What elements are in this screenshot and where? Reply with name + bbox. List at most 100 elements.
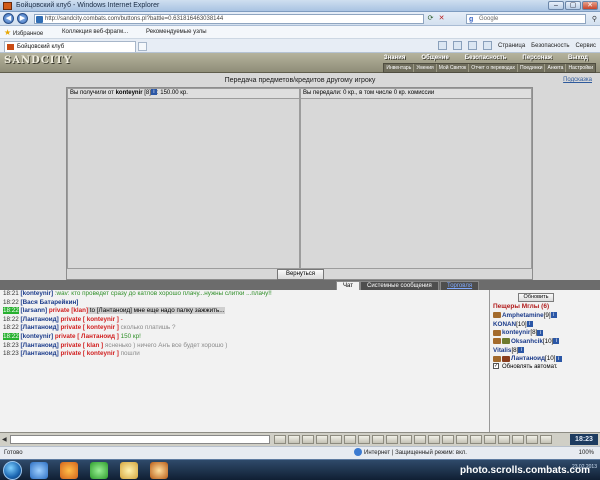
- sub-battles[interactable]: Поединки: [516, 64, 545, 72]
- print-icon[interactable]: [482, 41, 492, 50]
- translit-icon[interactable]: [316, 435, 328, 444]
- refresh-button[interactable]: Обновить: [518, 293, 554, 302]
- map-icon[interactable]: [428, 435, 440, 444]
- refresh-icon[interactable]: ⟳: [426, 14, 435, 24]
- auto-refresh-toggle[interactable]: ✓ Обновлять автомат.: [493, 363, 558, 371]
- ignore-icon[interactable]: [442, 435, 454, 444]
- chat-nick[interactable]: [konteynir]: [21, 290, 54, 297]
- received-user[interactable]: konteynir: [116, 90, 143, 96]
- menu-safety[interactable]: Безопасность: [531, 41, 569, 51]
- search-input[interactable]: g Google ⚲: [466, 14, 597, 24]
- chat-nick[interactable]: [Вася Батарейкин]: [21, 299, 79, 306]
- back-button[interactable]: Вернуться: [277, 269, 324, 280]
- info-icon[interactable]: i: [550, 312, 557, 319]
- auto-refresh-checkbox[interactable]: ✓: [493, 363, 499, 370]
- sub-inventory[interactable]: Инвентарь: [384, 64, 413, 72]
- sub-transfers[interactable]: Отчет о переводах: [468, 64, 517, 72]
- close-icon[interactable]: ✕: [582, 1, 598, 10]
- menu-character[interactable]: Персонаж: [514, 54, 560, 62]
- color-icon[interactable]: [372, 435, 384, 444]
- info-icon[interactable]: i: [537, 329, 544, 336]
- sub-skills[interactable]: Умения: [413, 64, 435, 72]
- stop-icon[interactable]: ✕: [437, 14, 446, 24]
- align-icon: [502, 355, 510, 362]
- fav-item-webslices[interactable]: Коллекция веб-фрагм...: [62, 28, 128, 37]
- bag-icon[interactable]: [498, 435, 510, 444]
- send-icon[interactable]: [274, 435, 286, 444]
- menu-exit[interactable]: Выход: [560, 54, 596, 62]
- clan-icon: [493, 338, 501, 345]
- chat-nick[interactable]: [Лантаноид]: [21, 316, 59, 323]
- ie-taskbar-icon[interactable]: [30, 462, 48, 479]
- info-icon[interactable]: i: [555, 355, 562, 362]
- tab-trade[interactable]: Торговля: [440, 281, 480, 290]
- shop-icon[interactable]: [512, 435, 524, 444]
- menu-chat[interactable]: Общение: [413, 54, 456, 62]
- mail-icon[interactable]: [467, 41, 477, 50]
- menu-security[interactable]: Безопасность: [457, 54, 515, 62]
- google-icon: g: [469, 16, 474, 23]
- info-panel-icon[interactable]: [456, 435, 468, 444]
- fav-item-suggested[interactable]: Рекомендуемые узлы: [146, 28, 207, 37]
- home-icon[interactable]: [437, 41, 447, 50]
- list-item[interactable]: Oksanhcik[10] i: [493, 338, 562, 347]
- favorites-bar: ★ Избранное Коллекция веб-фрагм... Реком…: [0, 26, 600, 39]
- sub-scroll[interactable]: Мой Свиток: [435, 64, 468, 72]
- new-tab-button[interactable]: [138, 42, 147, 51]
- given-header: Вы передали: 0 кр., в том числе 0 кр. ко…: [301, 89, 531, 99]
- clear-icon[interactable]: [288, 435, 300, 444]
- favorites-button[interactable]: ★ Избранное: [4, 28, 43, 39]
- list-item[interactable]: konteynir[8] i: [493, 329, 562, 338]
- filter-icon[interactable]: [330, 435, 342, 444]
- zoom-level[interactable]: 100%: [579, 447, 594, 459]
- fight-icon[interactable]: [470, 435, 482, 444]
- sound-icon[interactable]: [344, 435, 356, 444]
- firefox-icon[interactable]: [60, 462, 78, 479]
- tab-chat[interactable]: Чат: [336, 281, 360, 290]
- tab-combats[interactable]: Бойцовский клуб: [4, 41, 136, 52]
- info-icon[interactable]: i: [553, 338, 560, 345]
- explorer-icon[interactable]: [120, 462, 138, 479]
- info-icon[interactable]: i: [518, 347, 525, 354]
- scroll-icon[interactable]: [358, 435, 370, 444]
- search-placeholder: Google: [479, 16, 499, 22]
- back-arrow-icon[interactable]: ◀: [3, 13, 14, 24]
- mail-game-icon[interactable]: [526, 435, 538, 444]
- list-item[interactable]: Amphetamine[9] i: [493, 312, 562, 321]
- tab-favicon: [7, 44, 14, 50]
- exit-game-icon[interactable]: [540, 435, 552, 444]
- sub-profile[interactable]: Анкета: [544, 64, 565, 72]
- icq-icon[interactable]: [90, 462, 108, 479]
- feeds-icon[interactable]: [452, 41, 462, 50]
- maximize-icon[interactable]: ▢: [565, 1, 581, 10]
- chat-input[interactable]: [10, 435, 270, 444]
- tab-system-messages[interactable]: Системные сообщения: [360, 281, 439, 290]
- arrow-icon[interactable]: ◀: [2, 436, 7, 443]
- friends-icon[interactable]: [414, 435, 426, 444]
- smile-icon[interactable]: [302, 435, 314, 444]
- list-item[interactable]: KONAN[10] i: [493, 321, 562, 330]
- chat-nick[interactable]: [Лантаноид]: [21, 350, 59, 357]
- list-item[interactable]: Vitalis[8] i: [493, 347, 562, 356]
- tray-date: 23.02.2013: [571, 464, 597, 470]
- address-input[interactable]: http://sandcity.combats.com/buttons.pl?b…: [34, 14, 424, 24]
- magic-icon[interactable]: [484, 435, 496, 444]
- chat-nick[interactable]: [konteynir]: [21, 333, 54, 340]
- hp-icon[interactable]: [386, 435, 398, 444]
- sub-settings[interactable]: Настройки: [565, 64, 595, 72]
- start-orb-icon[interactable]: [3, 461, 22, 480]
- hint-link[interactable]: Подсказка: [563, 77, 592, 83]
- chat-nick[interactable]: [Лантаноид]: [21, 324, 59, 331]
- menu-knowledge[interactable]: Знания: [376, 54, 414, 62]
- menu-tools[interactable]: Сервис: [575, 41, 596, 51]
- forward-arrow-icon[interactable]: ▶: [17, 13, 28, 24]
- quest-icon[interactable]: [400, 435, 412, 444]
- combats-icon[interactable]: [150, 462, 168, 479]
- info-icon[interactable]: i: [526, 321, 533, 328]
- search-icon[interactable]: ⚲: [592, 15, 597, 24]
- chat-nick[interactable]: [Лантаноид]: [21, 342, 59, 349]
- minimize-icon[interactable]: –: [548, 1, 564, 10]
- chat-log[interactable]: 18:21 [konteynir] :wav: кто проведет сра…: [0, 290, 490, 432]
- menu-page[interactable]: Страница: [498, 41, 525, 51]
- chat-nick[interactable]: [larsann]: [21, 307, 48, 314]
